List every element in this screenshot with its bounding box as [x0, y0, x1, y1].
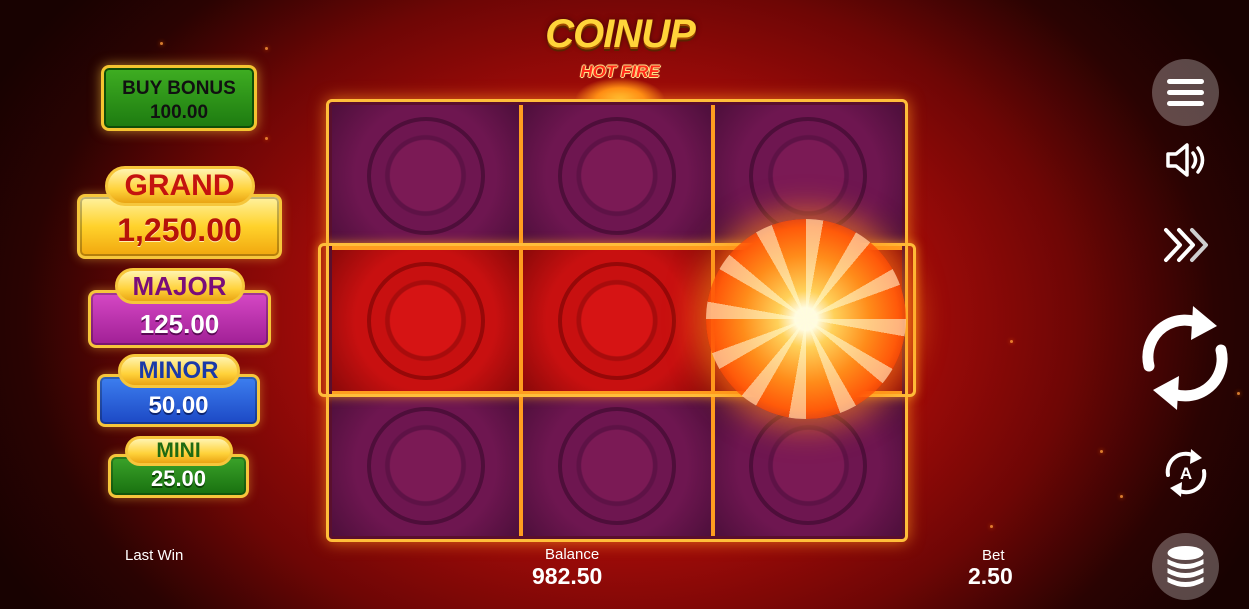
logo-title: COINUP [545, 12, 696, 56]
jackpot-minor-value: 50.00 [148, 392, 209, 419]
reel-cell-r3-c1 [332, 395, 520, 536]
spin-button[interactable] [1133, 300, 1237, 415]
sound-button[interactable] [1163, 140, 1209, 180]
reel-cell-r1-c2 [523, 105, 711, 246]
balance-label: Balance [545, 546, 600, 563]
menu-button[interactable] [1152, 59, 1219, 126]
jackpot-mini-label: MINI [124, 436, 233, 466]
jackpot-minor: MINOR 50.00 [97, 354, 260, 427]
buy-bonus-button[interactable]: BUY BONUS 100.00 [101, 65, 257, 131]
autoplay-button[interactable]: A [1160, 445, 1212, 499]
game-logo: COINUP HOT FIRE [535, 6, 705, 100]
logo-subtitle: HOT FIRE [580, 62, 660, 81]
jackpot-minor-label: MINOR [117, 354, 240, 388]
ember [1100, 450, 1103, 453]
svg-text:A: A [1180, 464, 1192, 483]
reel-cell-r2-c1 [332, 250, 520, 391]
reel-cell-r1-c1 [332, 105, 520, 246]
fireball-symbol [706, 219, 906, 419]
bet-label: Bet [982, 547, 1005, 564]
fast-forward-icon [1164, 228, 1208, 262]
jackpot-grand: GRAND 1,250.00 [77, 166, 282, 259]
ember [1010, 340, 1013, 343]
ember [265, 47, 268, 50]
jackpot-major-label: MAJOR [114, 268, 245, 304]
ember [990, 525, 993, 528]
bet-value: 2.50 [968, 563, 1013, 589]
menu-icon-bar [1167, 90, 1204, 95]
buy-bonus-price: 100.00 [149, 102, 209, 123]
balance-value: 982.50 [532, 563, 603, 589]
jackpot-major-value: 125.00 [139, 309, 220, 339]
jackpot-grand-label: GRAND [104, 166, 255, 206]
ember [160, 42, 163, 45]
last-win-label: Last Win [125, 547, 184, 564]
ember [1120, 495, 1123, 498]
ember [265, 137, 268, 140]
spin-icon [1142, 306, 1228, 410]
jackpot-major: MAJOR 125.00 [88, 268, 271, 348]
jackpot-mini-value: 25.00 [150, 466, 207, 491]
buy-bonus-label: BUY BONUS [122, 78, 236, 99]
turbo-button[interactable] [1160, 224, 1212, 266]
jackpot-mini: MINI 25.00 [108, 436, 249, 498]
menu-icon-bar [1167, 79, 1204, 84]
bet-button[interactable] [1152, 533, 1219, 600]
reel-cell-r2-c2 [523, 250, 711, 391]
coin-stack-icon [1167, 546, 1204, 587]
autoplay-icon: A [1165, 449, 1207, 497]
jackpot-grand-value: 1,250.00 [117, 212, 242, 248]
speaker-icon [1166, 143, 1205, 177]
menu-icon-bar [1167, 101, 1204, 106]
ember [1237, 392, 1240, 395]
reel-cell-r3-c2 [523, 395, 711, 536]
